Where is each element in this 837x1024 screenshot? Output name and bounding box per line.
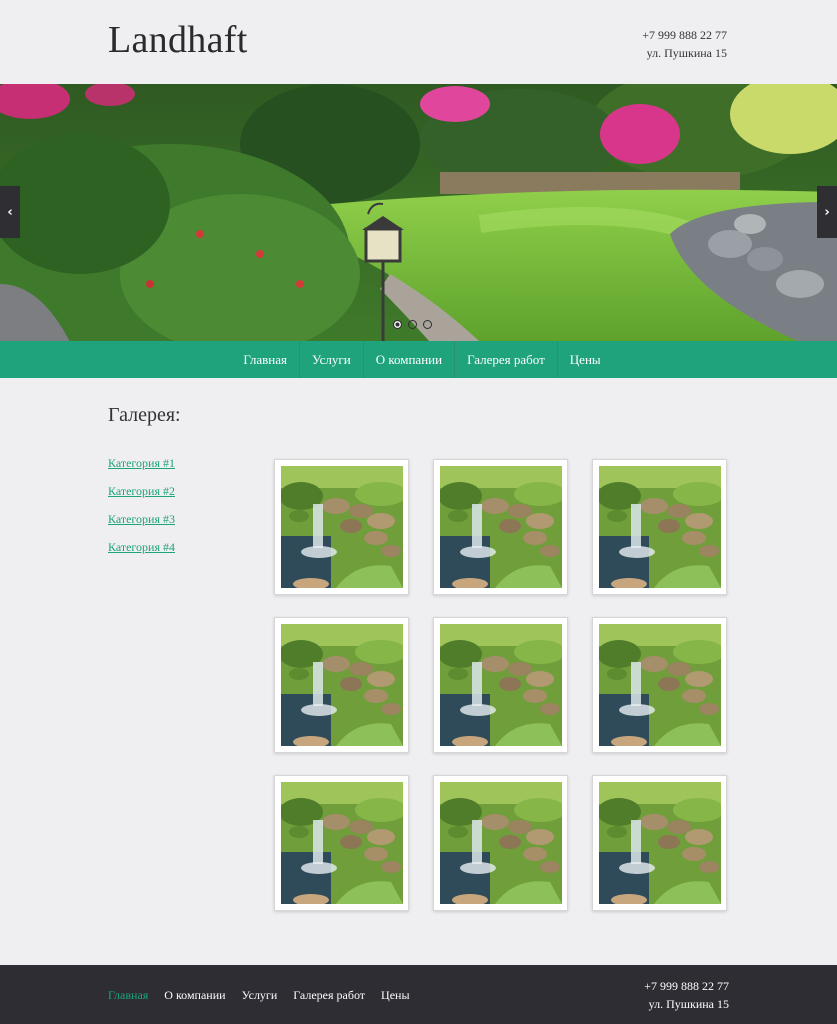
slider-dot[interactable] [423,320,432,329]
footer-link-services[interactable]: Услуги [242,988,278,1003]
chevron-left-icon: ‹ [7,204,13,220]
waterfall-photo [599,466,721,588]
waterfall-photo [599,624,721,746]
site-footer: Главная О компании Услуги Галерея работ … [0,965,837,1024]
nav-item-services[interactable]: Услуги [300,341,364,378]
hero-slider: ‹ › [0,84,837,342]
site-header: Landhaft +7 999 888 22 77 ул. Пушкина 15 [0,0,837,84]
slider-dot[interactable] [408,320,417,329]
waterfall-photo [440,466,562,588]
waterfall-photo [281,782,403,904]
slider-next-button[interactable]: › [817,186,837,238]
footer-phone: +7 999 888 22 77 [644,979,729,993]
site-logo[interactable]: Landhaft [108,18,248,62]
category-link[interactable]: Категория #2 [108,484,175,500]
footer-address: ул. Пушкина 15 [648,997,729,1011]
main-nav: Главная Услуги О компании Галерея работ … [0,341,837,378]
category-link[interactable]: Категория #3 [108,512,175,528]
gallery-grid [274,459,728,911]
slider-dot[interactable] [393,320,402,329]
gallery-thumbnail[interactable] [274,775,409,911]
gallery-thumbnail[interactable] [592,459,727,595]
header-contact: +7 999 888 22 77 ул. Пушкина 15 [642,26,727,62]
gallery-thumbnail[interactable] [592,617,727,753]
waterfall-photo [281,466,403,588]
nav-item-about[interactable]: О компании [364,341,456,378]
footer-nav: Главная О компании Услуги Галерея работ … [108,988,410,1003]
slider-pagination [393,320,432,329]
category-sidebar: Категория #1 Категория #2 Категория #3 К… [108,456,175,568]
gallery-thumbnail[interactable] [274,459,409,595]
nav-item-home[interactable]: Главная [231,341,300,378]
hero-garden-image [0,84,837,342]
footer-link-gallery[interactable]: Галерея работ [293,988,365,1003]
slider-prev-button[interactable]: ‹ [0,186,20,238]
header-phone: +7 999 888 22 77 [642,28,727,42]
gallery-thumbnail[interactable] [274,617,409,753]
waterfall-photo [440,624,562,746]
footer-link-about[interactable]: О компании [164,988,225,1003]
category-link[interactable]: Категория #4 [108,540,175,556]
nav-item-prices[interactable]: Цены [558,341,613,378]
waterfall-photo [440,782,562,904]
footer-link-home[interactable]: Главная [108,988,148,1003]
header-address: ул. Пушкина 15 [646,46,727,60]
gallery-thumbnail[interactable] [433,459,568,595]
waterfall-photo [599,782,721,904]
gallery-thumbnail[interactable] [433,617,568,753]
nav-item-gallery[interactable]: Галерея работ [455,341,558,378]
page-title: Галерея: [108,404,181,426]
footer-contact: +7 999 888 22 77 ул. Пушкина 15 [644,977,729,1013]
chevron-right-icon: › [824,204,830,220]
category-link[interactable]: Категория #1 [108,456,175,472]
footer-link-prices[interactable]: Цены [381,988,409,1003]
gallery-thumbnail[interactable] [592,775,727,911]
waterfall-photo [281,624,403,746]
gallery-thumbnail[interactable] [433,775,568,911]
